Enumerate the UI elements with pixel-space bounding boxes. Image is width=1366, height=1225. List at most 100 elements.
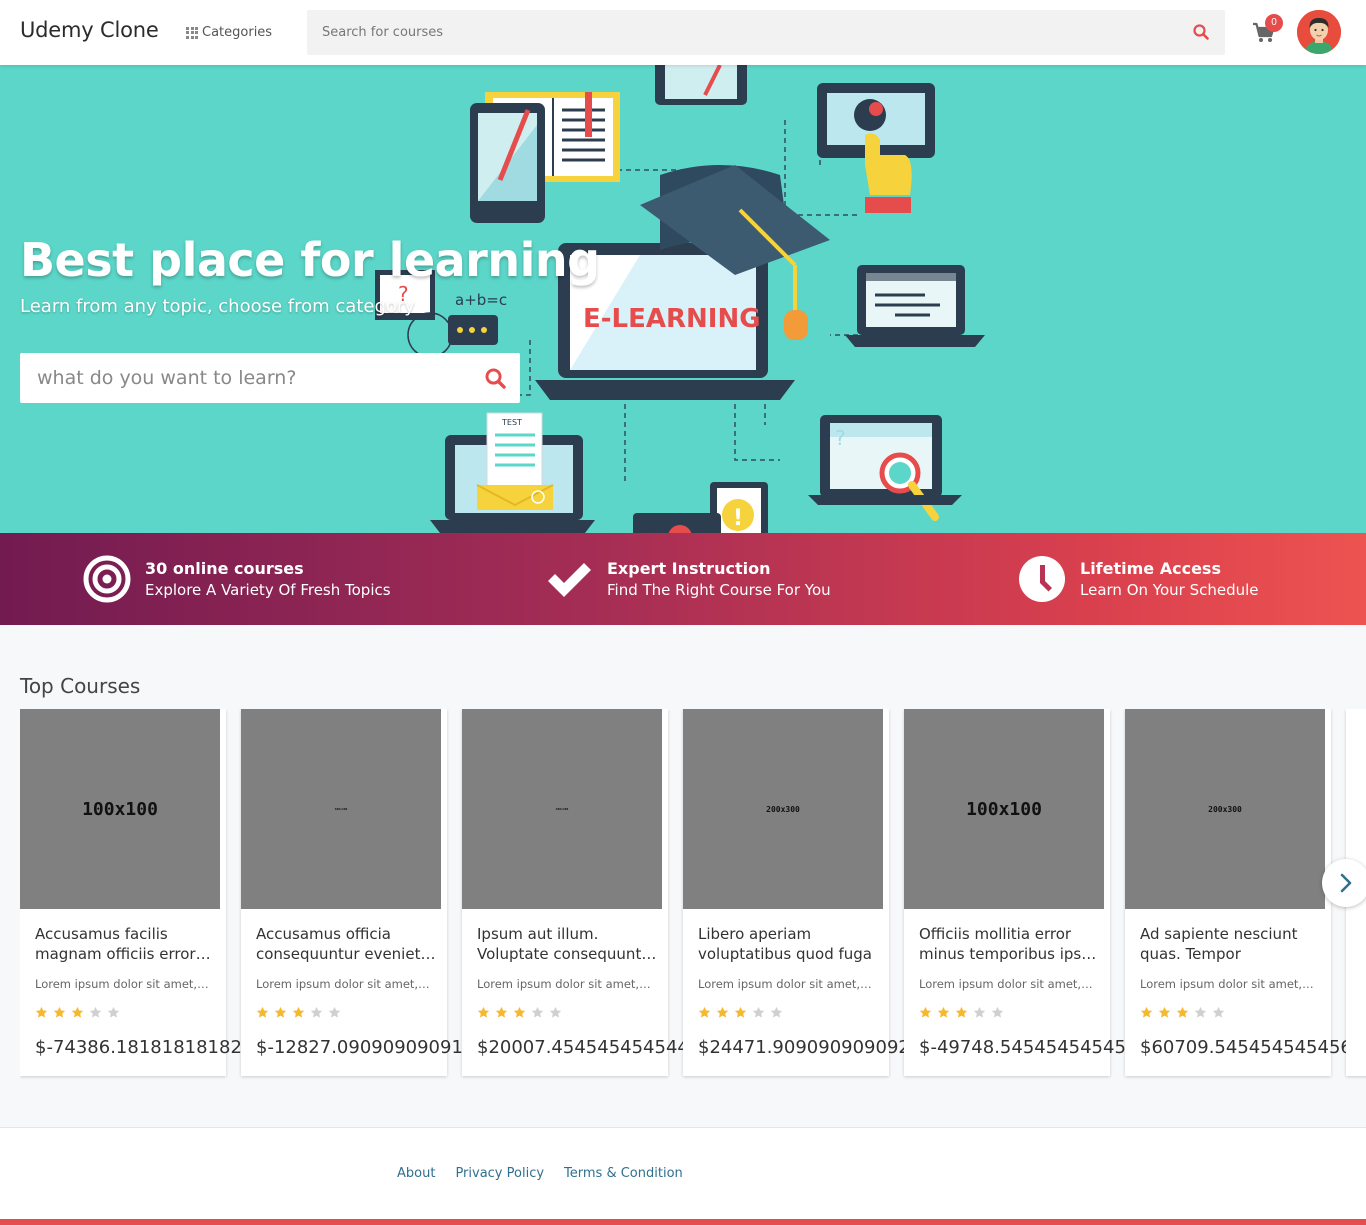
- footer: About Privacy Policy Terms & Condition: [0, 1127, 1366, 1225]
- star-filled-icon: [495, 1006, 508, 1018]
- courses-carousel: 100x100 Accusamus facilis magnam officii…: [20, 709, 1366, 1081]
- brand-logo[interactable]: Udemy Clone: [20, 18, 159, 42]
- star-filled-icon: [256, 1006, 269, 1018]
- feature-title: Expert Instruction: [607, 559, 771, 578]
- user-avatar[interactable]: [1297, 10, 1341, 54]
- cart-count-badge: 0: [1265, 14, 1283, 32]
- course-price: $20007.454545454544: [477, 1037, 689, 1058]
- categories-label: Categories: [202, 25, 273, 40]
- search-icon[interactable]: [485, 368, 506, 389]
- footer-accent-bar: [0, 1219, 1366, 1225]
- user-avatar-icon: [1297, 10, 1341, 54]
- hero-title: Best place for learning: [20, 233, 600, 287]
- top-courses-heading: Top Courses: [20, 674, 141, 698]
- star-filled-icon: [955, 1006, 968, 1018]
- header-search-bar: [307, 10, 1225, 55]
- features-bar: 30 online courses Explore A Variety Of F…: [0, 533, 1366, 625]
- course-title[interactable]: Officiis mollitia error minus temporibus…: [919, 924, 1099, 964]
- course-title[interactable]: Accusamus facilis magnam officiis error …: [35, 924, 215, 964]
- star-filled-icon: [292, 1006, 305, 1018]
- hero-search-input[interactable]: [20, 353, 470, 403]
- course-price: $-74386.18181818182: [35, 1037, 242, 1058]
- star-empty-icon: [973, 1006, 986, 1018]
- feature-title: 30 online courses: [145, 559, 304, 578]
- course-rating: [1140, 1006, 1225, 1019]
- course-thumbnail[interactable]: 300x300: [241, 709, 441, 909]
- star-filled-icon: [698, 1006, 711, 1018]
- checkmark-icon: [548, 563, 591, 597]
- svg-text:a+b=c: a+b=c: [455, 291, 507, 309]
- header-search-input[interactable]: [307, 10, 1167, 55]
- svg-text:?: ?: [835, 426, 846, 450]
- star-empty-icon: [107, 1006, 120, 1018]
- course-rating: [698, 1006, 783, 1019]
- course-title[interactable]: Ad sapiente nesciunt quas. Tempor: [1140, 924, 1320, 964]
- course-thumbnail[interactable]: 200x300: [683, 709, 883, 909]
- star-filled-icon: [1176, 1006, 1189, 1018]
- course-description: Lorem ipsum dolor sit amet, consectetur: [698, 977, 873, 991]
- course-price: $24471.909090909092: [698, 1037, 910, 1058]
- course-thumbnail[interactable]: 100x100: [904, 709, 1104, 909]
- course-description: Lorem ipsum dolor sit amet, consectetur: [919, 977, 1094, 991]
- course-description: Lorem ipsum dolor sit amet, consectetur: [35, 977, 210, 991]
- course-price: $-12827.09090909091: [256, 1037, 463, 1058]
- course-title[interactable]: Libero aperiam voluptatibus quod fuga: [698, 924, 878, 964]
- star-filled-icon: [937, 1006, 950, 1018]
- chevron-right-icon: [1340, 873, 1352, 893]
- star-empty-icon: [1194, 1006, 1207, 1018]
- star-filled-icon: [919, 1006, 932, 1018]
- footer-link-terms[interactable]: Terms & Condition: [564, 1166, 683, 1181]
- course-title[interactable]: Accusamus officia consequuntur eveniet q…: [256, 924, 436, 964]
- course-card[interactable]: 200x300 Libero aperiam voluptatibus quod…: [683, 709, 910, 1076]
- course-card[interactable]: 300x300 Accusamus officia consequuntur e…: [241, 709, 463, 1076]
- feature-description: Explore A Variety Of Fresh Topics: [145, 581, 391, 599]
- star-empty-icon: [310, 1006, 323, 1018]
- hero-search-bar: [20, 353, 520, 403]
- feature-online-courses: 30 online courses Explore A Variety Of F…: [83, 533, 391, 625]
- star-filled-icon: [1140, 1006, 1153, 1018]
- feature-expert-instruction: Expert Instruction Find The Right Course…: [545, 533, 831, 625]
- star-empty-icon: [770, 1006, 783, 1018]
- star-empty-icon: [531, 1006, 544, 1018]
- course-rating: [919, 1006, 1004, 1019]
- course-thumbnail[interactable]: 200x300: [1125, 709, 1325, 909]
- hero-subtitle: Learn from any topic, choose from catego…: [20, 296, 415, 317]
- star-filled-icon: [734, 1006, 747, 1018]
- course-description: Lorem ipsum dolor sit amet, consectetur: [256, 977, 431, 991]
- star-filled-icon: [716, 1006, 729, 1018]
- feature-description: Learn On Your Schedule: [1080, 581, 1259, 599]
- star-empty-icon: [1212, 1006, 1225, 1018]
- hero-banner: E-LEARNING ? a+b=c TEST ? ! Best place f…: [0, 65, 1366, 533]
- categories-menu[interactable]: Categories: [186, 25, 272, 40]
- footer-link-about[interactable]: About: [397, 1166, 435, 1181]
- star-filled-icon: [274, 1006, 287, 1018]
- course-price: $60709.545454545456: [1140, 1037, 1352, 1058]
- search-icon[interactable]: [1193, 24, 1209, 40]
- course-thumbnail[interactable]: 300x300: [462, 709, 662, 909]
- e-learning-label: E-LEARNING: [583, 304, 761, 334]
- course-card[interactable]: 300x300 Ipsum aut illum. Voluptate conse…: [462, 709, 689, 1076]
- course-thumbnail[interactable]: 100x100: [20, 709, 220, 909]
- course-card[interactable]: 100x100 Officiis mollitia error minus te…: [904, 709, 1137, 1076]
- footer-links: About Privacy Policy Terms & Condition: [397, 1166, 683, 1181]
- footer-link-privacy-policy[interactable]: Privacy Policy: [455, 1166, 544, 1181]
- grid-icon: [186, 26, 198, 39]
- star-empty-icon: [89, 1006, 102, 1018]
- star-filled-icon: [477, 1006, 490, 1018]
- course-description: Lorem ipsum dolor sit amet, consectetur: [477, 977, 652, 991]
- course-card[interactable]: 100x100 Accusamus facilis magnam officii…: [20, 709, 242, 1076]
- carousel-next-button[interactable]: [1322, 859, 1366, 907]
- feature-lifetime-access: Lifetime Access Learn On Your Schedule: [1018, 533, 1259, 625]
- course-title[interactable]: Ipsum aut illum. Voluptate consequuntur …: [477, 924, 657, 964]
- star-empty-icon: [328, 1006, 341, 1018]
- star-filled-icon: [1158, 1006, 1171, 1018]
- star-empty-icon: [752, 1006, 765, 1018]
- course-rating: [256, 1006, 341, 1019]
- star-empty-icon: [991, 1006, 1004, 1018]
- star-filled-icon: [513, 1006, 526, 1018]
- star-filled-icon: [53, 1006, 66, 1018]
- course-price: $-49748.545454545456: [919, 1037, 1138, 1058]
- course-card[interactable]: 200x300 Ad sapiente nesciunt quas. Tempo…: [1125, 709, 1352, 1076]
- star-filled-icon: [35, 1006, 48, 1018]
- course-rating: [35, 1006, 120, 1019]
